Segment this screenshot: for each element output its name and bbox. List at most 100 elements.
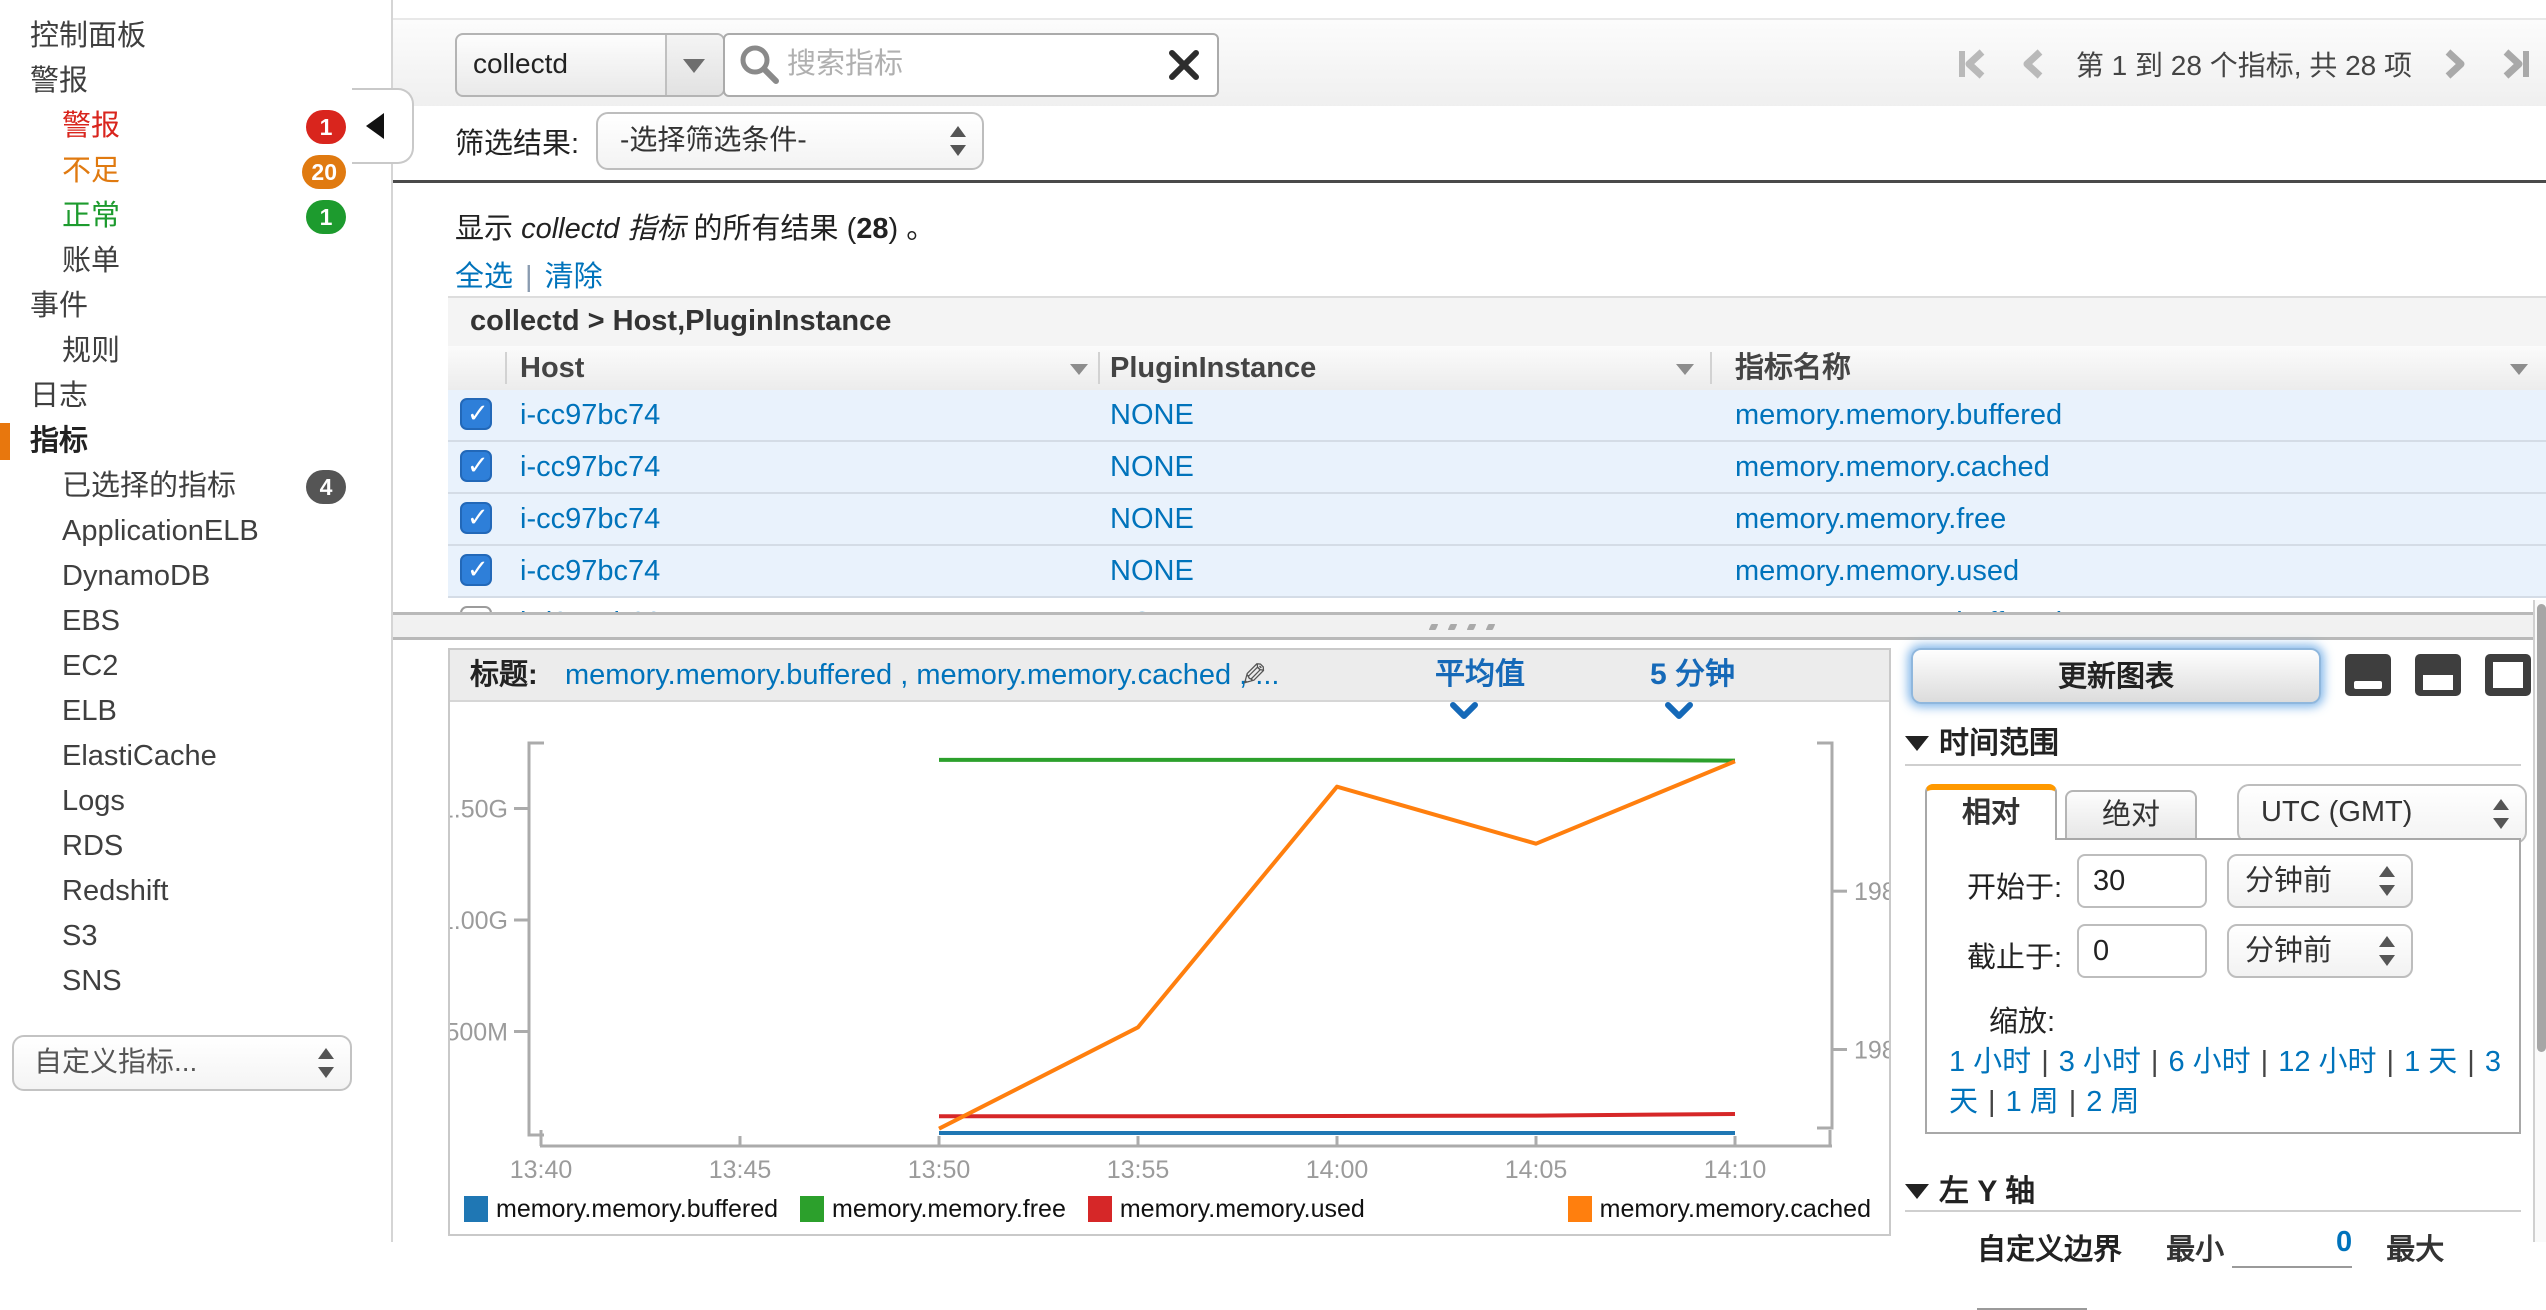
sidebar-item-规则[interactable]: 规则 bbox=[0, 329, 391, 374]
legend-item[interactable]: memory.memory.buffered bbox=[464, 1195, 778, 1224]
sort-icon[interactable] bbox=[1070, 364, 1088, 375]
vertical-scrollbar[interactable] bbox=[2533, 600, 2546, 1242]
search-placeholder: 搜索指标 bbox=[787, 35, 903, 93]
cell-metric-name[interactable]: memory.memory.buffered bbox=[1735, 390, 2062, 440]
sidebar-item-指标[interactable]: 指标 bbox=[0, 419, 391, 464]
tab-relative[interactable]: 相对 bbox=[1925, 784, 2057, 840]
sidebar-item-警报[interactable]: 警报 bbox=[0, 59, 391, 104]
sidebar-item-DynamoDB[interactable]: DynamoDB bbox=[0, 554, 391, 599]
svg-text:14:00: 14:00 bbox=[1306, 1156, 1369, 1184]
legend-item[interactable]: memory.memory.used bbox=[1088, 1195, 1365, 1224]
legend-item[interactable]: memory.memory.cached bbox=[1568, 1195, 1871, 1224]
graph-size-small-icon[interactable] bbox=[2345, 654, 2391, 696]
sidebar-item-事件[interactable]: 事件 bbox=[0, 284, 391, 329]
sidebar-item-正常[interactable]: 正常1 bbox=[0, 194, 391, 239]
zoom-link-4[interactable]: 12 小时 bbox=[2278, 1046, 2376, 1078]
start-unit-select[interactable]: 分钟前 bbox=[2227, 854, 2413, 908]
max-bound-input[interactable] bbox=[1977, 1268, 2087, 1310]
namespace-dropdown-segment[interactable] bbox=[665, 35, 723, 95]
zoom-link-6[interactable]: 3 bbox=[2485, 1046, 2501, 1078]
sidebar-item-S3[interactable]: S3 bbox=[0, 914, 391, 959]
legend-swatch bbox=[1088, 1196, 1112, 1222]
namespace-dropdown-button[interactable]: collectd bbox=[455, 33, 725, 97]
last-page-button[interactable] bbox=[2498, 47, 2532, 81]
sidebar-item-Redshift[interactable]: Redshift bbox=[0, 869, 391, 914]
clear-selection-link[interactable]: 清除 bbox=[545, 261, 603, 293]
select-all-link[interactable]: 全选 bbox=[455, 261, 513, 293]
row-checkbox[interactable] bbox=[460, 554, 492, 586]
min-bound-input[interactable]: 0 bbox=[2232, 1226, 2352, 1268]
metric-search-input[interactable]: 搜索指标 bbox=[723, 33, 1219, 97]
metric-line-chart[interactable]: 500M1.00G1.50G198M198M13:4013:4513:5013:… bbox=[450, 700, 1889, 1186]
sidebar-item-EC2[interactable]: EC2 bbox=[0, 644, 391, 689]
cell-metric-name[interactable]: memory.memory.used bbox=[1735, 546, 2019, 596]
cell-metric-name[interactable]: memory.memory.free bbox=[1735, 494, 2006, 544]
zoom-link-2[interactable]: 1 周 bbox=[2006, 1086, 2059, 1118]
legend-item[interactable]: memory.memory.free bbox=[800, 1195, 1066, 1224]
sidebar-item-ApplicationELB[interactable]: ApplicationELB bbox=[0, 509, 391, 554]
cell-plugininstance[interactable]: NONE bbox=[1110, 494, 1194, 544]
clear-search-icon[interactable] bbox=[1167, 48, 1201, 82]
row-checkbox[interactable] bbox=[460, 450, 492, 482]
sidebar-item-不足[interactable]: 不足20 bbox=[0, 149, 391, 194]
custom-metric-select[interactable]: 自定义指标... bbox=[12, 1035, 352, 1091]
graph-size-medium-icon[interactable] bbox=[2415, 654, 2461, 696]
sidebar-item-Logs[interactable]: Logs bbox=[0, 779, 391, 824]
column-header-metric-name[interactable]: 指标名称 bbox=[1735, 346, 1851, 390]
zoom-link-3[interactable]: 2 周 bbox=[2086, 1086, 2139, 1118]
sidebar-item-SNS[interactable]: SNS bbox=[0, 959, 391, 1004]
breadcrumb[interactable]: collectd > Host,PluginInstance bbox=[448, 296, 2546, 348]
filter-select[interactable]: -选择筛选条件- bbox=[596, 112, 984, 170]
zoom-link-2[interactable]: 3 小时 bbox=[2059, 1046, 2141, 1078]
end-unit-select[interactable]: 分钟前 bbox=[2227, 924, 2413, 978]
cell-plugininstance[interactable]: NONE bbox=[1110, 546, 1194, 596]
graph-size-large-icon[interactable] bbox=[2485, 654, 2531, 696]
sort-icon[interactable] bbox=[1676, 364, 1694, 375]
column-header-plugininstance[interactable]: PluginInstance bbox=[1110, 346, 1316, 390]
sidebar-item-日志[interactable]: 日志 bbox=[0, 374, 391, 419]
edit-title-icon[interactable]: ✎ bbox=[1240, 656, 1267, 694]
table-row[interactable]: i-cc97bc74 NONE memory.memory.buffered bbox=[448, 390, 2546, 442]
sidebar-item-RDS[interactable]: RDS bbox=[0, 824, 391, 869]
left-y-axis-section-header[interactable]: 左 Y 轴 bbox=[1905, 1166, 2035, 1210]
sort-icon[interactable] bbox=[2510, 364, 2528, 375]
table-row[interactable]: i-cc97bc74 NONE memory.memory.used bbox=[448, 546, 2546, 598]
timezone-select[interactable]: UTC (GMT) bbox=[2237, 784, 2527, 844]
cell-plugininstance[interactable]: NONE bbox=[1110, 442, 1194, 492]
table-row[interactable]: i-cc97bc74 NONE memory.memory.cached bbox=[448, 442, 2546, 494]
start-value-input[interactable]: 30 bbox=[2077, 854, 2207, 908]
tab-absolute[interactable]: 绝对 bbox=[2065, 790, 2197, 840]
next-page-button[interactable] bbox=[2438, 47, 2472, 81]
sidebar-item-ELB[interactable]: ELB bbox=[0, 689, 391, 734]
table-row[interactable]: i-cc97bc74 NONE memory.memory.free bbox=[448, 494, 2546, 546]
sidebar-item-警报[interactable]: 警报1 bbox=[0, 104, 391, 149]
pane-splitter[interactable] bbox=[393, 612, 2546, 640]
first-page-button[interactable] bbox=[1956, 47, 1990, 81]
zoom-link-3[interactable]: 6 小时 bbox=[2168, 1046, 2250, 1078]
cell-host[interactable]: i-cc97bc74 bbox=[520, 442, 660, 492]
end-value-input[interactable]: 0 bbox=[2077, 924, 2207, 978]
sidebar-item-已选择的指标[interactable]: 已选择的指标4 bbox=[0, 464, 391, 509]
row-checkbox[interactable] bbox=[460, 502, 492, 534]
cell-plugininstance[interactable]: NONE bbox=[1110, 390, 1194, 440]
cell-metric-name[interactable]: memory.memory.cached bbox=[1735, 442, 2050, 492]
sidebar-item-EBS[interactable]: EBS bbox=[0, 599, 391, 644]
sidebar-item-账单[interactable]: 账单 bbox=[0, 239, 391, 284]
sidebar-collapse-button[interactable] bbox=[352, 88, 414, 164]
prev-page-button[interactable] bbox=[2016, 47, 2050, 81]
column-header-host[interactable]: Host bbox=[520, 346, 584, 390]
cell-host[interactable]: i-cc97bc74 bbox=[520, 546, 660, 596]
sidebar-item-控制面板[interactable]: 控制面板 bbox=[0, 14, 391, 59]
sidebar-item-label: Logs bbox=[62, 779, 125, 824]
cell-host[interactable]: i-cc97bc74 bbox=[520, 390, 660, 440]
cell-host[interactable]: i-cc97bc74 bbox=[520, 494, 660, 544]
update-graph-button[interactable]: 更新图表 bbox=[1911, 648, 2321, 704]
row-checkbox[interactable] bbox=[460, 398, 492, 430]
time-range-section-header[interactable]: 时间范围 bbox=[1905, 718, 2059, 762]
chart-title-metrics[interactable]: memory.memory.buffered , memory.memory.c… bbox=[565, 650, 1279, 700]
zoom-link-5[interactable]: 1 天 bbox=[2404, 1046, 2457, 1078]
sidebar-item-ElastiCache[interactable]: ElastiCache bbox=[0, 734, 391, 779]
zoom-link-1[interactable]: 1 小时 bbox=[1949, 1046, 2031, 1078]
scrollbar-thumb[interactable] bbox=[2537, 604, 2546, 1052]
zoom-link-1[interactable]: 天 bbox=[1949, 1086, 1978, 1118]
